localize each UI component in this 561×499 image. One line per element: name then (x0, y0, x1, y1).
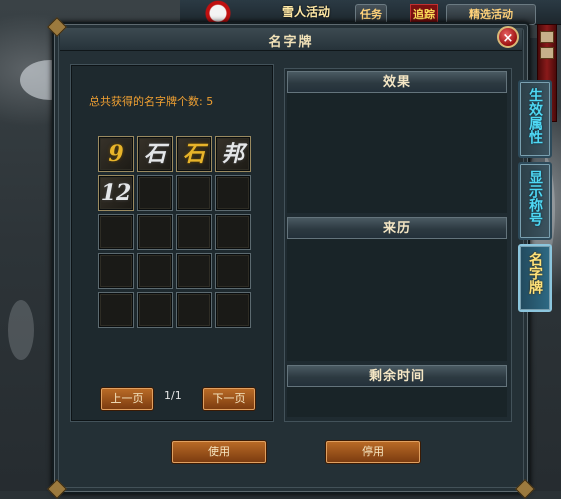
tab-show-title[interactable]: 显示称号 (518, 162, 552, 240)
tab-label: 名字牌 (527, 252, 543, 294)
name-plate-slot-empty[interactable] (137, 214, 173, 250)
name-plate-glyph: 石 (143, 141, 166, 167)
snowman-event-label[interactable]: 雪人活动 (282, 3, 330, 20)
name-plate-glyph: 9 (108, 141, 124, 167)
name-plate-glyph: 邦 (221, 141, 244, 167)
name-plate-slot-empty[interactable] (176, 214, 212, 250)
name-plate-slot-filled[interactable]: 邦 (215, 136, 251, 172)
name-plate-slot-filled[interactable]: 12 (98, 175, 134, 211)
name-plate-slot-empty[interactable] (176, 175, 212, 211)
name-plate-slot-empty[interactable] (98, 292, 134, 328)
source-section-body (287, 239, 507, 361)
snowman-avatar-icon[interactable] (201, 0, 235, 24)
name-plate-slot-filled[interactable]: 石 (137, 136, 173, 172)
close-button[interactable]: × (497, 26, 519, 48)
name-plate-slot-filled[interactable]: 9 (98, 136, 134, 172)
total-plates-count: 总共获得的名字牌个数: 5 (89, 95, 214, 108)
name-plate-grid: 9 石石邦 12 (98, 136, 254, 332)
tab-label: 生效属性 (527, 88, 543, 144)
name-plate-glyph: 12 (100, 180, 132, 206)
prev-page-button[interactable]: 上一页 (101, 388, 153, 410)
name-plate-slot-empty[interactable] (98, 214, 134, 250)
name-plate-slot-empty[interactable] (137, 253, 173, 289)
page-indicator: 1/1 (164, 389, 182, 402)
plate-detail-panel: 效果 来历 剩余时间 (284, 68, 512, 422)
effect-section-header: 效果 (287, 71, 507, 93)
tab-active-attributes[interactable]: 生效属性 (518, 80, 552, 158)
remaining-time-section-body (287, 387, 507, 417)
name-plate-slot-empty[interactable] (176, 253, 212, 289)
name-plate-slot-empty[interactable] (98, 253, 134, 289)
effect-section-body (287, 93, 507, 213)
name-plate-slot-empty[interactable] (137, 292, 173, 328)
name-plate-slot-empty[interactable] (215, 292, 251, 328)
name-plate-slot-empty[interactable] (215, 175, 251, 211)
name-plate-slot-empty[interactable] (176, 292, 212, 328)
use-button[interactable]: 使用 (172, 441, 266, 463)
disable-button[interactable]: 停用 (326, 441, 420, 463)
next-page-button[interactable]: 下一页 (203, 388, 255, 410)
name-plate-slot-empty[interactable] (137, 175, 173, 211)
window-titlebar[interactable]: 名字牌 (60, 28, 522, 51)
source-section-header: 来历 (287, 217, 507, 239)
remaining-time-section-header: 剩余时间 (287, 365, 507, 387)
name-plate-slot-filled[interactable]: 石 (176, 136, 212, 172)
tab-label: 显示称号 (527, 170, 543, 226)
window-title: 名字牌 (268, 35, 314, 50)
tab-name-plate[interactable]: 名字牌 (518, 244, 552, 312)
minimize-icon[interactable] (540, 31, 554, 43)
name-plate-slot-empty[interactable] (215, 253, 251, 289)
name-plate-slot-empty[interactable] (215, 214, 251, 250)
name-plate-glyph: 石 (182, 141, 205, 167)
expand-icon[interactable] (540, 47, 554, 59)
snow-patch (8, 300, 34, 360)
name-plate-window: 名字牌 × 总共获得的名字牌个数: 5 9 石石邦 12 上一页 1/1 下一页 效… (47, 17, 535, 499)
name-plate-collection-panel: 总共获得的名字牌个数: 5 9 石石邦 12 上一页 1/1 下一页 (70, 64, 274, 422)
